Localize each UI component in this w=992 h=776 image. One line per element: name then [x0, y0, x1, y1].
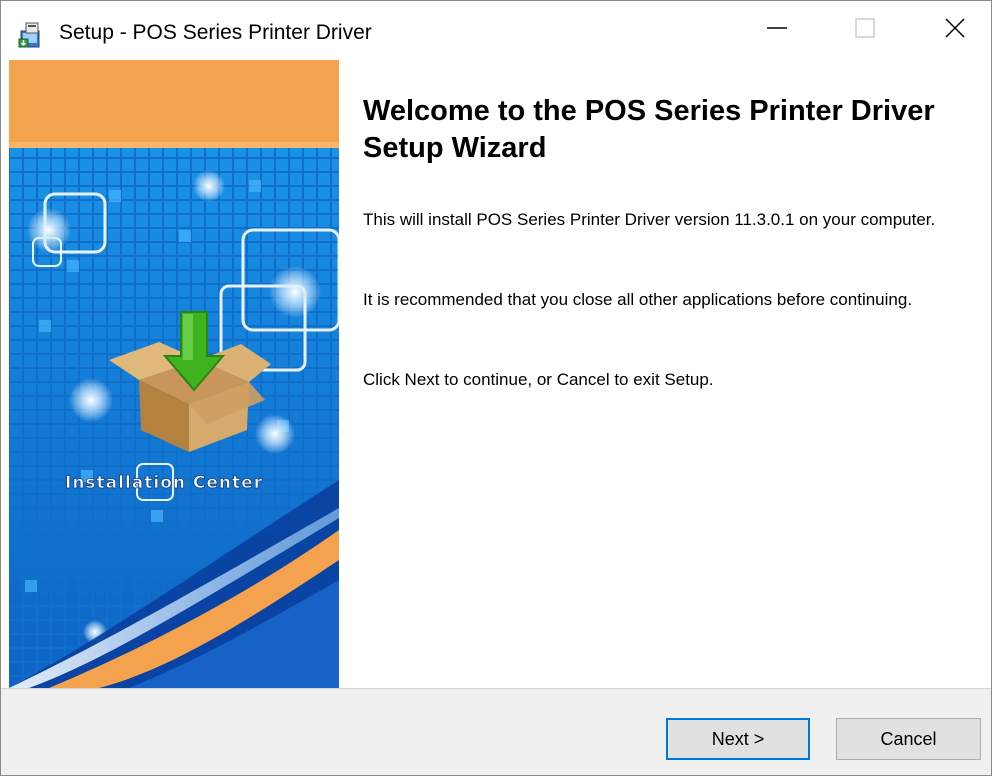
- wizard-footer: Next > Cancel: [1, 688, 991, 775]
- setup-window: Setup - POS Series Printer Driver Instal…: [0, 0, 992, 776]
- minimize-button[interactable]: [743, 1, 811, 59]
- banner-artwork: Installation Center: [9, 60, 339, 688]
- next-cancel-instructions: Click Next to continue, or Cancel to exi…: [363, 370, 714, 389]
- close-button[interactable]: [921, 1, 989, 59]
- maximize-button[interactable]: [831, 1, 899, 59]
- installer-icon: [17, 21, 45, 49]
- wizard-banner-image: Installation Center: [9, 60, 339, 688]
- cancel-button[interactable]: Cancel: [836, 718, 981, 760]
- title-bar[interactable]: Setup - POS Series Printer Driver: [1, 1, 991, 59]
- install-description: This will install POS Series Printer Dri…: [363, 210, 936, 229]
- welcome-heading: Welcome to the POS Series Printer Driver…: [363, 95, 935, 164]
- window-title: Setup - POS Series Printer Driver: [59, 21, 372, 44]
- maximize-icon: [854, 17, 876, 44]
- minimize-icon: [766, 17, 788, 44]
- close-icon: [944, 17, 966, 44]
- next-button[interactable]: Next >: [666, 718, 810, 760]
- banner-caption: Installation Center: [65, 473, 263, 493]
- close-apps-recommendation: It is recommended that you close all oth…: [363, 290, 913, 309]
